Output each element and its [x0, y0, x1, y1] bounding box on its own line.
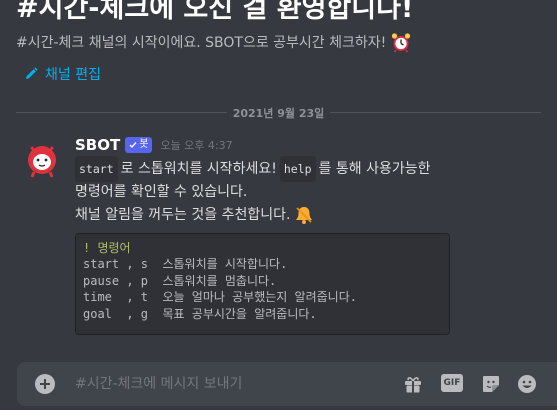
channel-description: #시간-체크 채널의 시작이에요. SBOT으로 공부시간 체크하자!: [16, 31, 412, 53]
codeblock-row: start , s 스톱워치를 시작합니다.: [83, 257, 288, 272]
welcome-title: #시간-체크에 오신 걸 환영합니다!: [16, 0, 414, 24]
bell-icon: [296, 206, 313, 224]
emoji-icon[interactable]: [516, 373, 538, 395]
command-codeblock: ! 명령어 start , s 스톱워치를 시작합니다. pause , p 스톱워…: [75, 233, 450, 335]
gift-icon[interactable]: [402, 373, 424, 395]
message-line-2: 명령어를 확인할 수 있습니다.: [75, 183, 248, 200]
message-composer: GIF: [17, 362, 557, 406]
message-text-1: 로 스톱워치를 시작하세요!: [120, 160, 277, 177]
date-divider-label: 2021년 9월 23일: [226, 105, 331, 121]
message-text-2: 를 통해 사용가능한: [318, 160, 431, 177]
message-line-3-text: 채널 알림을 꺼두는 것을 추천합니다.: [75, 206, 291, 223]
inline-code-start: start: [75, 155, 118, 182]
message-header: SBOT 봇 오늘 오후 4:37: [75, 136, 233, 154]
channel-description-text: #시간-체크 채널의 시작이에요. SBOT으로 공부시간 체크하자!: [16, 35, 387, 51]
message-timestamp: 오늘 오후 4:37: [160, 139, 233, 152]
gif-icon[interactable]: GIF: [441, 374, 463, 392]
bot-badge: 봇: [125, 137, 153, 153]
message-input[interactable]: [75, 362, 395, 406]
message-line-3: 채널 알림을 꺼두는 것을 추천합니다.: [75, 203, 430, 226]
bot-badge-label: 봇: [139, 139, 149, 150]
codeblock-row: goal , g 목표 공부시간을 알려줍니다.: [83, 306, 317, 321]
inline-code-help: help: [279, 155, 316, 182]
edit-channel-link[interactable]: 채널 편집: [24, 64, 101, 84]
codeblock-header: ! 명령어: [83, 241, 131, 255]
message-content: start 로 스톱워치를 시작하세요! help 를 통해 사용가능한 명령어…: [75, 155, 431, 226]
codeblock-row: time , t 오늘 얼마나 공부했는지 알려줍니다.: [83, 290, 357, 305]
bot-avatar[interactable]: [22, 139, 62, 179]
edit-channel-label: 채널 편집: [45, 67, 101, 83]
codeblock-row: pause , p 스톱워치를 멈춥니다.: [83, 273, 277, 288]
message-line-1: start 로 스톱워치를 시작하세요! help 를 통해 사용가능한: [75, 155, 431, 182]
pencil-icon: [26, 67, 38, 79]
add-icon[interactable]: [35, 374, 55, 394]
sticker-icon[interactable]: [480, 373, 502, 395]
author-name[interactable]: SBOT: [75, 136, 120, 154]
alarm-clock-icon: [392, 33, 411, 53]
checkmark-icon: [129, 142, 137, 149]
